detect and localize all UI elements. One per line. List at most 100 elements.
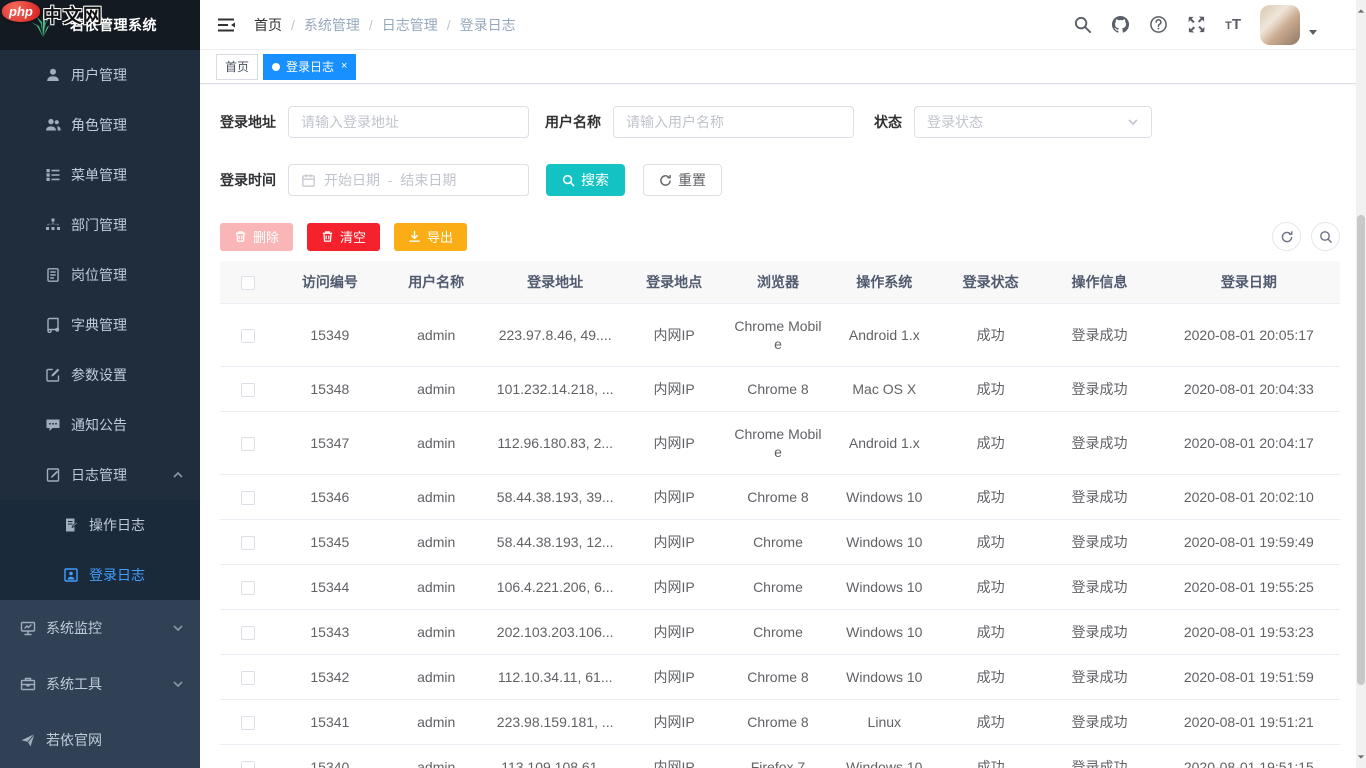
- php-logo: php: [2, 1, 40, 22]
- table-row: 15347admin112.96.180.83, 2...内网IPChrome …: [220, 411, 1340, 474]
- cell-login-location: 内网IP: [621, 699, 727, 744]
- user-icon: [45, 67, 61, 83]
- sidebar-item-label: 通知公告: [71, 415, 127, 435]
- row-checkbox[interactable]: [241, 437, 255, 451]
- cell-user-name: admin: [383, 303, 489, 366]
- cell-login-date: 2020-08-01 20:05:17: [1158, 303, 1340, 366]
- export-button[interactable]: 导出: [394, 223, 467, 251]
- sidebar-item-oper-log[interactable]: 操作日志: [0, 500, 200, 550]
- scrollbar-thumb[interactable]: [1357, 215, 1365, 685]
- cell-os: Windows 10: [829, 564, 940, 609]
- delete-button[interactable]: 删除: [220, 223, 293, 251]
- cell-visit-id: 15344: [277, 564, 383, 609]
- refresh-table-button[interactable]: [1272, 222, 1301, 251]
- cell-browser: Chrome: [727, 564, 828, 609]
- tab-home[interactable]: 首页: [216, 54, 258, 80]
- tool-icon: [20, 676, 36, 692]
- row-checkbox[interactable]: [241, 491, 255, 505]
- table-row: 15344admin106.4.221.206, 6...内网IPChromeW…: [220, 564, 1340, 609]
- sidebar-item-sys-monitor[interactable]: 系统监控: [0, 600, 200, 656]
- avatar[interactable]: [1260, 5, 1300, 45]
- fullscreen-icon[interactable]: [1187, 15, 1206, 34]
- sidebar-item-menu-mgmt[interactable]: 菜单管理: [0, 150, 200, 200]
- cell-visit-id: 15343: [277, 609, 383, 654]
- cell-login-address: 223.98.159.181, ...: [489, 699, 621, 744]
- search-button[interactable]: 搜索: [546, 164, 625, 196]
- user-menu[interactable]: [1260, 5, 1318, 45]
- cell-login-date: 2020-08-01 19:59:49: [1158, 519, 1340, 564]
- font-size-icon[interactable]: TT: [1225, 17, 1241, 32]
- cell-browser: Chrome Mobile: [727, 411, 828, 474]
- tab-login-log[interactable]: 登录日志 ×: [263, 54, 356, 80]
- sidebar-item-label: 登录日志: [89, 565, 145, 585]
- cell-message: 登录成功: [1041, 519, 1157, 564]
- row-checkbox[interactable]: [241, 716, 255, 730]
- col-os: 操作系统: [829, 261, 940, 303]
- row-checkbox[interactable]: [241, 329, 255, 343]
- row-checkbox[interactable]: [241, 671, 255, 685]
- question-icon[interactable]: [1149, 15, 1168, 34]
- dict-icon: [45, 317, 61, 333]
- sidebar-item-label: 日志管理: [71, 465, 127, 485]
- select-all-checkbox[interactable]: [241, 276, 255, 290]
- export-button-label: 导出: [427, 227, 453, 246]
- user-name-input[interactable]: [626, 114, 841, 130]
- cell-login-address: 112.10.34.11, 61...: [489, 654, 621, 699]
- status-placeholder: 登录状态: [927, 112, 983, 132]
- sidebar-item-sys-tools[interactable]: 系统工具: [0, 656, 200, 712]
- sidebar-item-notice[interactable]: 通知公告: [0, 400, 200, 450]
- col-login-status: 登录状态: [940, 261, 1041, 303]
- cell-login-location: 内网IP: [621, 411, 727, 474]
- select-all-header: [220, 261, 277, 303]
- row-checkbox[interactable]: [241, 581, 255, 595]
- sidebar-item-role-mgmt[interactable]: 角色管理: [0, 100, 200, 150]
- delete-button-label: 删除: [253, 227, 279, 246]
- row-checkbox[interactable]: [241, 626, 255, 640]
- sidebar-item-post-mgmt[interactable]: 岗位管理: [0, 250, 200, 300]
- cell-browser: Chrome: [727, 609, 828, 654]
- date-range-picker[interactable]: 开始日期 - 结束日期: [288, 164, 529, 196]
- filter-row-2: 登录时间 开始日期 - 结束日期 搜索 重置: [220, 164, 1340, 196]
- sidebar-item-dict-mgmt[interactable]: 字典管理: [0, 300, 200, 350]
- php-cn-watermark: php 中文网: [2, 1, 103, 28]
- close-icon[interactable]: ×: [341, 61, 347, 72]
- clear-button[interactable]: 清空: [307, 223, 380, 251]
- status-select[interactable]: 登录状态: [914, 106, 1152, 138]
- sidebar-item-login-log[interactable]: 登录日志: [0, 550, 200, 600]
- login-address-input[interactable]: [301, 114, 516, 130]
- filter-row-1: 登录地址 用户名称 状态 登录状态: [220, 106, 1340, 138]
- github-icon[interactable]: [1111, 15, 1130, 34]
- caret-down-icon: [1308, 27, 1318, 37]
- scroll-down-arrow[interactable]: [1356, 750, 1366, 764]
- cell-visit-id: 15342: [277, 654, 383, 699]
- cell-message: 登录成功: [1041, 411, 1157, 474]
- row-checkbox[interactable]: [241, 761, 255, 768]
- column-search-button[interactable]: [1311, 222, 1340, 251]
- chevron-down-icon: [172, 678, 184, 690]
- cell-browser: Chrome 8: [727, 654, 828, 699]
- row-checkbox[interactable]: [241, 536, 255, 550]
- login-address-label: 登录地址: [220, 112, 276, 132]
- sidebar-item-user-mgmt[interactable]: 用户管理: [0, 50, 200, 100]
- search-icon[interactable]: [1073, 15, 1092, 34]
- chevron-down-icon: [1127, 116, 1139, 128]
- sidebar-item-official-site[interactable]: 若依官网: [0, 712, 200, 768]
- row-checkbox[interactable]: [241, 383, 255, 397]
- status-group: 状态 登录状态: [874, 106, 1152, 138]
- reset-button[interactable]: 重置: [643, 164, 722, 196]
- cell-os: Windows 10: [829, 474, 940, 519]
- sidebar-item-param-settings[interactable]: 参数设置: [0, 350, 200, 400]
- cell-message: 登录成功: [1041, 564, 1157, 609]
- sidebar-item-log-mgmt[interactable]: 日志管理: [0, 450, 200, 500]
- post-icon: [45, 267, 61, 283]
- vertical-scrollbar[interactable]: [1356, 0, 1366, 768]
- cell-user-name: admin: [383, 474, 489, 519]
- sidebar-item-dept-mgmt[interactable]: 部门管理: [0, 200, 200, 250]
- breadcrumb-home[interactable]: 首页: [254, 15, 282, 35]
- hamburger-icon[interactable]: [216, 15, 236, 35]
- cell-user-name: admin: [383, 699, 489, 744]
- cell-user-name: admin: [383, 654, 489, 699]
- cell-login-status: 成功: [940, 609, 1041, 654]
- scroll-up-arrow[interactable]: [1356, 4, 1366, 18]
- col-browser: 浏览器: [727, 261, 828, 303]
